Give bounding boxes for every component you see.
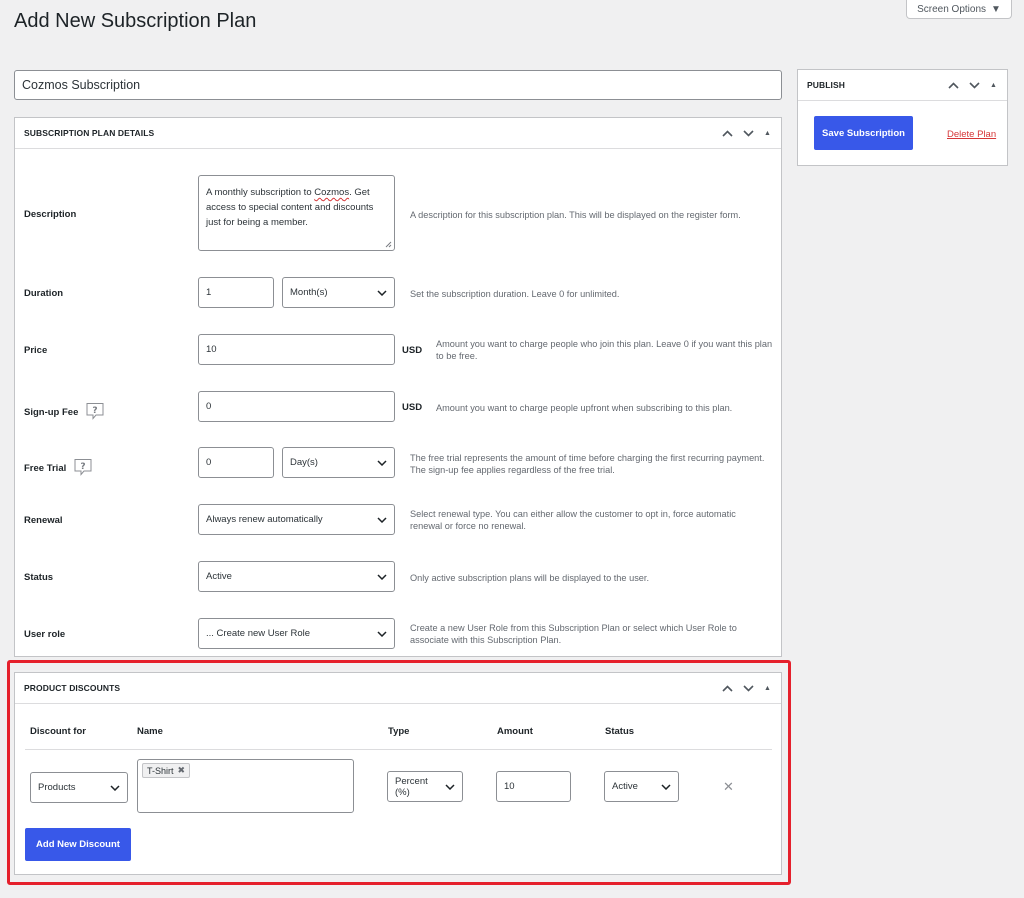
discount-status-value: Active <box>612 781 638 792</box>
publish-box: PUBLISH ▲ Save Subscription Delete Plan <box>797 69 1008 166</box>
column-header-type: Type <box>388 726 410 737</box>
status-value: Active <box>206 571 232 582</box>
price-label: Price <box>24 345 48 356</box>
price-help: Amount you want to charge people who joi… <box>436 339 773 361</box>
duration-input[interactable]: 1 <box>198 277 274 308</box>
discount-type-select[interactable]: Percent (%) <box>387 771 463 802</box>
status-help: Only active subscription plans will be d… <box>410 573 649 583</box>
triangle-down-icon: ▼ <box>991 3 1001 15</box>
signup-fee-input[interactable]: 0 <box>198 391 395 422</box>
plan-title-input[interactable]: Cozmos Subscription <box>14 70 782 100</box>
discount-for-select[interactable]: Products <box>30 772 128 803</box>
chevron-up-icon[interactable] <box>948 82 959 89</box>
subscription-plan-details-box: SUBSCRIPTION PLAN DETAILS ▲ Description … <box>14 117 782 657</box>
box-heading: PRODUCT DISCOUNTS <box>24 683 121 693</box>
user-role-value: ... Create new User Role <box>206 628 311 639</box>
chevron-down-icon <box>445 783 455 790</box>
duration-unit-value: Month(s) <box>290 287 328 298</box>
column-header-name: Name <box>137 726 163 737</box>
svg-text:?: ? <box>81 462 86 472</box>
selected-product-tag[interactable]: T-Shirt ✖ <box>142 763 191 778</box>
chevron-down-icon[interactable] <box>743 685 754 692</box>
price-input[interactable]: 10 <box>198 334 395 365</box>
discount-name-multiselect[interactable]: T-Shirt ✖ <box>137 759 354 813</box>
user-role-select[interactable]: ... Create new User Role <box>198 618 395 649</box>
free-trial-help: The free trial represents the amount of … <box>410 453 765 475</box>
discount-amount-input[interactable]: 10 <box>496 771 571 802</box>
description-label: Description <box>24 209 77 220</box>
column-header-status: Status <box>605 726 635 737</box>
user-role-help: Create a new User Role from this Subscri… <box>410 623 737 645</box>
free-trial-label: Free Trial <box>24 463 67 475</box>
column-header-amount: Amount <box>497 726 533 737</box>
box-heading: SUBSCRIPTION PLAN DETAILS <box>24 128 155 138</box>
chevron-down-icon <box>377 289 387 296</box>
chevron-up-icon[interactable] <box>722 130 733 137</box>
user-role-label: User role <box>24 629 66 640</box>
tag-label: T-Shirt <box>147 765 174 776</box>
help-tooltip-icon[interactable]: ? <box>85 402 105 423</box>
screen-options-label: Screen Options <box>917 3 987 15</box>
renewal-label: Renewal <box>24 515 63 526</box>
delete-plan-link[interactable]: Delete Plan <box>947 129 996 140</box>
chevron-up-icon[interactable] <box>722 685 733 692</box>
renewal-value: Always renew automatically <box>206 514 323 525</box>
free-trial-label-row: Free Trial ? <box>24 458 93 479</box>
signup-fee-help: Amount you want to charge people upfront… <box>436 403 733 413</box>
chevron-down-icon <box>377 459 387 466</box>
product-discounts-header: PRODUCT DISCOUNTS ▲ <box>15 673 781 704</box>
free-trial-unit-select[interactable]: Day(s) <box>282 447 395 478</box>
description-text-before: A monthly subscription to <box>206 187 315 198</box>
description-help: A description for this subscription plan… <box>410 210 741 220</box>
screen-options-button[interactable]: Screen Options ▼ <box>906 0 1012 19</box>
discount-status-select[interactable]: Active <box>604 771 679 802</box>
duration-label: Duration <box>24 288 64 299</box>
chevron-down-icon[interactable] <box>743 130 754 137</box>
publish-header: PUBLISH ▲ <box>798 70 1007 101</box>
chevron-down-icon <box>377 573 387 580</box>
signup-fee-label-row: Sign-up Fee ? <box>24 402 105 423</box>
save-subscription-button[interactable]: Save Subscription <box>814 116 913 150</box>
signup-fee-label: Sign-up Fee <box>24 407 79 419</box>
publish-heading: PUBLISH <box>807 80 846 90</box>
free-trial-input[interactable]: 0 <box>198 447 274 478</box>
free-trial-unit-value: Day(s) <box>290 457 318 468</box>
resize-handle-icon[interactable] <box>385 241 392 248</box>
duration-help: Set the subscription duration. Leave 0 f… <box>410 289 620 299</box>
triangle-up-icon[interactable]: ▲ <box>764 130 771 137</box>
renewal-help: Select renewal type. You can either allo… <box>410 509 736 531</box>
chevron-down-icon <box>377 630 387 637</box>
subscription-plan-details-header: SUBSCRIPTION PLAN DETAILS ▲ <box>15 118 781 149</box>
status-select[interactable]: Active <box>198 561 395 592</box>
page-title: Add New Subscription Plan <box>14 10 257 32</box>
renewal-select[interactable]: Always renew automatically <box>198 504 395 535</box>
chevron-down-icon <box>110 784 120 791</box>
triangle-up-icon[interactable]: ▲ <box>990 82 997 89</box>
discount-type-value: Percent (%) <box>395 775 428 798</box>
add-new-discount-button[interactable]: Add New Discount <box>25 828 131 861</box>
chevron-down-icon[interactable] <box>969 82 980 89</box>
status-label: Status <box>24 572 54 583</box>
triangle-up-icon[interactable]: ▲ <box>764 685 771 692</box>
duration-unit-select[interactable]: Month(s) <box>282 277 395 308</box>
description-textarea[interactable]: A monthly subscription to Cozmos. Get ac… <box>198 175 395 251</box>
description-text-misspelled: Cozmos <box>314 187 350 198</box>
remove-discount-icon[interactable]: ✕ <box>723 779 734 795</box>
price-currency: USD <box>402 345 423 356</box>
help-tooltip-icon[interactable]: ? <box>73 458 93 479</box>
signup-fee-currency: USD <box>402 402 423 413</box>
svg-text:?: ? <box>93 406 98 416</box>
column-header-discount-for: Discount for <box>30 726 86 737</box>
discount-for-value: Products <box>38 782 76 793</box>
chevron-down-icon <box>661 783 671 790</box>
table-header-divider <box>25 749 772 750</box>
product-discounts-box: PRODUCT DISCOUNTS ▲ Discount for Name Ty… <box>14 672 782 875</box>
chevron-down-icon <box>377 516 387 523</box>
close-icon[interactable]: ✖ <box>178 765 186 776</box>
